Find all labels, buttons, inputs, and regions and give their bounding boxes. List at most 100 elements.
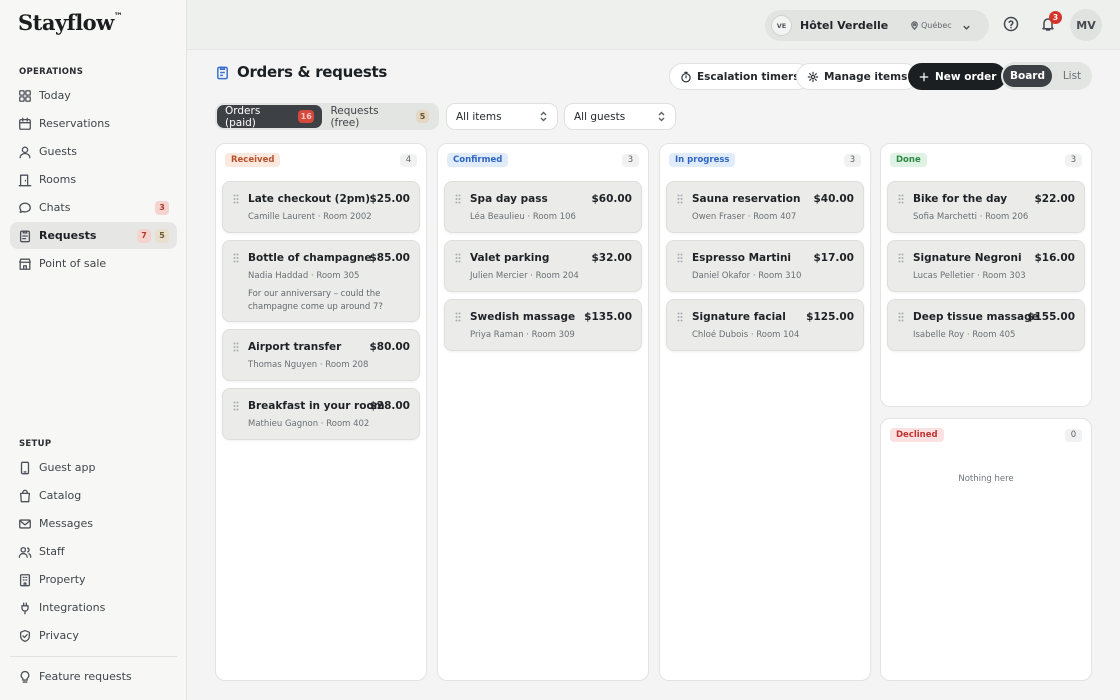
card-price: $25.00 [369, 193, 410, 205]
sidebar-item-guests[interactable]: Guests [10, 138, 177, 165]
sidebar-item-feature-requests[interactable]: Feature requests [10, 663, 177, 690]
grid-icon [18, 89, 32, 103]
column-header: Declined 0 [890, 428, 1082, 442]
card-price: $40.00 [813, 193, 854, 205]
order-card[interactable]: Valet parking $32.00 Julien Mercier · Room… [444, 240, 642, 292]
drag-handle-icon[interactable] [898, 193, 904, 204]
staff-icon [18, 545, 32, 559]
tab-requests-free[interactable]: Requests (free) 5 [322, 105, 437, 129]
drag-handle-icon[interactable] [455, 252, 461, 263]
column-status-tag: In progress [669, 153, 736, 167]
setup-section-label: SETUP [19, 439, 52, 449]
order-card[interactable]: Signature Negroni $16.00 Lucas Pelletier ·… [887, 240, 1085, 292]
sidebar-item-rooms[interactable]: Rooms [10, 166, 177, 193]
order-card[interactable]: Espresso Martini $17.00 Daniel Okafor · Ro… [666, 240, 864, 292]
sidebar-item-guest-app[interactable]: Guest app [10, 454, 177, 481]
card-title: Sauna reservation [692, 193, 801, 205]
card-price: $85.00 [369, 252, 410, 264]
card-guest-room: Camille Laurent · Room 2002 [248, 212, 372, 222]
column-status-tag: Confirmed [447, 153, 509, 167]
page-title: Orders & requests [215, 63, 387, 81]
app-logo[interactable]: Stayflow™ [18, 10, 123, 35]
sidebar-item-today[interactable]: Today [10, 82, 177, 109]
drag-handle-icon[interactable] [677, 252, 683, 263]
order-card[interactable]: Bottle of champagne $85.00 Nadia Haddad · … [222, 240, 420, 322]
card-guest-room: Léa Beaulieu · Room 106 [470, 212, 576, 222]
view-board-option[interactable]: Board [1003, 65, 1052, 87]
drag-handle-icon[interactable] [233, 341, 239, 352]
sidebar-item-property[interactable]: Property [10, 566, 177, 593]
card-guest-room: Daniel Okafor · Room 310 [692, 271, 802, 281]
sidebar-item-label: Feature requests [39, 670, 132, 683]
order-card[interactable]: Sauna reservation $40.00 Owen Fraser · Roo… [666, 181, 864, 233]
column-header: Confirmed 3 [447, 153, 639, 167]
card-title: Signature Negroni [913, 252, 1022, 264]
card-title: Late checkout (2pm) [248, 193, 371, 205]
board-column-received: Received 4 Late checkout (2pm) $25.00 Camill… [215, 143, 427, 681]
orders-count-badge: 16 [298, 110, 315, 123]
drag-handle-icon[interactable] [233, 193, 239, 204]
card-title: Valet parking [470, 252, 550, 264]
sidebar-item-reservations[interactable]: Reservations [10, 110, 177, 137]
card-guest-room: Thomas Nguyen · Room 208 [248, 360, 369, 370]
top-bar: VE Hôtel Verdelle Québec 3 MV [187, 0, 1120, 50]
card-guest-room: Chloé Dubois · Room 104 [692, 330, 800, 340]
sidebar-item-privacy[interactable]: Privacy [10, 622, 177, 649]
order-card[interactable]: Deep tissue massage $155.00 Isabelle Roy ·… [887, 299, 1085, 351]
sidebar-item-label: Privacy [39, 629, 79, 642]
view-list-option[interactable]: List [1054, 65, 1090, 87]
card-title: Bottle of champagne [248, 252, 372, 264]
items-filter-select[interactable]: All items [446, 103, 558, 130]
new-order-button[interactable]: New order [908, 63, 1007, 90]
card-title: Espresso Martini [692, 252, 792, 264]
escalation-timers-button[interactable]: Escalation timers [669, 63, 811, 90]
order-card[interactable]: Airport transfer $80.00 Thomas Nguyen · Ro… [222, 329, 420, 381]
drag-handle-icon[interactable] [233, 400, 239, 411]
sidebar-item-integrations[interactable]: Integrations [10, 594, 177, 621]
user-avatar[interactable]: MV [1070, 9, 1102, 41]
sidebar-item-label: Reservations [39, 117, 110, 130]
card-price: $32.00 [591, 252, 632, 264]
sidebar-item-point-of-sale[interactable]: Point of sale [10, 250, 177, 277]
drag-handle-icon[interactable] [455, 193, 461, 204]
sidebar-item-label: Today [39, 89, 71, 102]
drag-handle-icon[interactable] [233, 252, 239, 263]
drag-handle-icon[interactable] [898, 311, 904, 322]
help-icon[interactable] [1001, 14, 1021, 34]
chevron-down-icon [962, 21, 971, 30]
sidebar-item-chats[interactable]: Chats 3 [10, 194, 177, 221]
card-price: $80.00 [369, 341, 410, 353]
sidebar-item-catalog[interactable]: Catalog [10, 482, 177, 509]
order-card[interactable]: Breakfast in your room $28.00 Mathieu Gagn… [222, 388, 420, 440]
calendar-icon [18, 117, 32, 131]
column-count-badge: 3 [622, 153, 639, 167]
column-count-badge: 4 [400, 153, 417, 167]
order-card[interactable]: Late checkout (2pm) $25.00 Camille Laurent… [222, 181, 420, 233]
drag-handle-icon[interactable] [898, 252, 904, 263]
column-status-tag: Done [890, 153, 927, 167]
drag-handle-icon[interactable] [677, 193, 683, 204]
card-price: $16.00 [1034, 252, 1075, 264]
card-price: $17.00 [813, 252, 854, 264]
order-card[interactable]: Spa day pass $60.00 Léa Beaulieu · Room 10… [444, 181, 642, 233]
sidebar-item-staff[interactable]: Staff [10, 538, 177, 565]
sidebar-item-messages[interactable]: Messages [10, 510, 177, 537]
hotel-switcher[interactable]: VE Hôtel Verdelle Québec [765, 10, 989, 41]
order-card[interactable]: Bike for the day $22.00 Sofia Marchetti · … [887, 181, 1085, 233]
sidebar-item-requests[interactable]: Requests 7 5 [10, 222, 177, 249]
tab-orders-paid[interactable]: Orders (paid) 16 [217, 105, 323, 129]
drag-handle-icon[interactable] [455, 311, 461, 322]
card-guest-room: Mathieu Gagnon · Room 402 [248, 419, 370, 429]
order-card[interactable]: Swedish massage $135.00 Priya Raman · Room… [444, 299, 642, 351]
board-column-done: Done 3 Bike for the day $22.00 Sofia Marchet… [880, 143, 1092, 407]
manage-items-button[interactable]: Manage items [796, 63, 919, 90]
guests-filter-select[interactable]: All guests [564, 103, 676, 130]
drag-handle-icon[interactable] [677, 311, 683, 322]
card-title: Bike for the day [913, 193, 1008, 205]
card-note: For our anniversary – could the champagn… [248, 289, 383, 312]
column-count-badge: 0 [1065, 428, 1082, 442]
sidebar-item-label: Messages [39, 517, 93, 530]
column-status-tag: Received [225, 153, 281, 167]
order-card[interactable]: Signature facial $125.00 Chloé Dubois · Ro… [666, 299, 864, 351]
notifications-bell-icon[interactable]: 3 [1038, 11, 1062, 34]
